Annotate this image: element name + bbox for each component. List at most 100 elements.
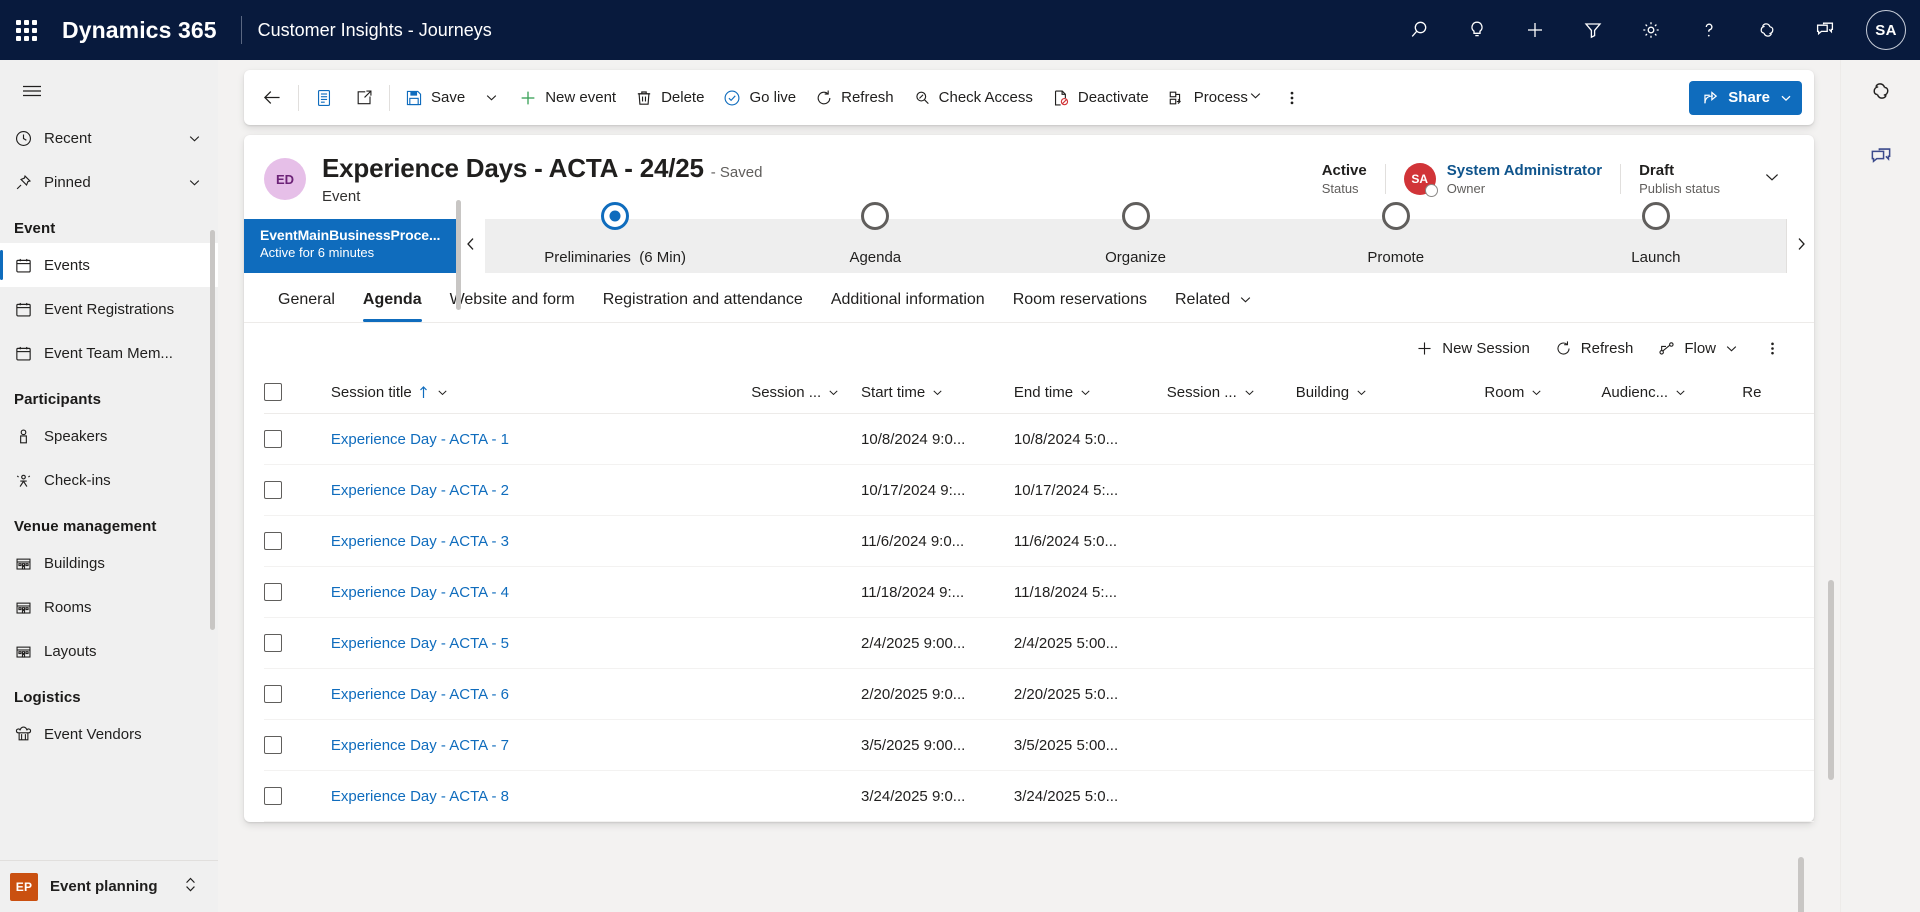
- help-icon[interactable]: [1680, 0, 1738, 60]
- check-access-button[interactable]: Check Access: [903, 79, 1042, 117]
- session-title-link[interactable]: Experience Day - ACTA - 5: [331, 635, 509, 652]
- bpf-previous-button[interactable]: [457, 219, 485, 273]
- form-selector-button[interactable]: [304, 79, 344, 117]
- copilot-icon[interactable]: [1738, 0, 1796, 60]
- command-overflow-button[interactable]: [1272, 79, 1312, 117]
- session-title-link[interactable]: Experience Day - ACTA - 1: [331, 431, 509, 448]
- bpf-next-button[interactable]: [1786, 219, 1814, 273]
- feedback-icon[interactable]: [1796, 0, 1854, 60]
- column-header-start-time[interactable]: Start time: [861, 373, 1014, 414]
- row-checkbox[interactable]: [264, 634, 282, 652]
- owner-value[interactable]: System Administrator: [1447, 162, 1602, 179]
- select-all-checkbox[interactable]: [264, 383, 282, 401]
- session-title-link[interactable]: Experience Day - ACTA - 2: [331, 482, 509, 499]
- sidebar-item-pinned[interactable]: Pinned: [0, 160, 218, 204]
- row-checkbox[interactable]: [264, 481, 282, 499]
- gear-icon[interactable]: [1622, 0, 1680, 60]
- table-row[interactable]: Experience Day - ACTA - 5 2/4/2025 9:00.…: [264, 617, 1814, 669]
- bpf-stage-launch[interactable]: Launch: [1526, 202, 1786, 273]
- owner-field[interactable]: SA System Administrator Owner: [1386, 162, 1620, 197]
- session-title-link[interactable]: Experience Day - ACTA - 3: [331, 533, 509, 550]
- area-switcher[interactable]: EP Event planning: [0, 860, 218, 912]
- row-checkbox[interactable]: [264, 430, 282, 448]
- sidebar-item-speakers[interactable]: Speakers: [0, 414, 218, 458]
- sidebar-item-layouts[interactable]: Layouts: [0, 629, 218, 673]
- form-scrollbar[interactable]: [456, 200, 461, 310]
- bpf-stage-organize[interactable]: Organize: [1005, 202, 1265, 273]
- chevron-down-icon[interactable]: [187, 131, 202, 146]
- sidebar-item-buildings[interactable]: Buildings: [0, 541, 218, 585]
- sidebar-item-check-ins[interactable]: Check-ins: [0, 458, 218, 502]
- subgrid-refresh-button[interactable]: Refresh: [1544, 331, 1644, 365]
- deactivate-button[interactable]: Deactivate: [1042, 79, 1158, 117]
- process-button[interactable]: Process: [1158, 79, 1272, 117]
- save-options-button[interactable]: [474, 79, 509, 117]
- save-button[interactable]: Save: [395, 79, 474, 117]
- row-checkbox[interactable]: [264, 532, 282, 550]
- column-header-re[interactable]: Re: [1742, 373, 1814, 414]
- column-header-session-type[interactable]: Session ...: [1166, 373, 1296, 414]
- table-row[interactable]: Experience Day - ACTA - 4 11/18/2024 9:.…: [264, 566, 1814, 618]
- tab-registration-and-attendance[interactable]: Registration and attendance: [589, 291, 817, 322]
- status-field[interactable]: Active Status: [1304, 162, 1385, 196]
- row-checkbox[interactable]: [264, 787, 282, 805]
- publish-status-field[interactable]: Draft Publish status: [1621, 162, 1738, 196]
- filter-icon[interactable]: [1564, 0, 1622, 60]
- share-button[interactable]: Share: [1689, 80, 1802, 115]
- refresh-button[interactable]: Refresh: [805, 79, 903, 117]
- bpf-stage-agenda[interactable]: Agenda: [745, 202, 1005, 273]
- table-row[interactable]: Experience Day - ACTA - 1 10/8/2024 9:0.…: [264, 413, 1814, 465]
- session-title-link[interactable]: Experience Day - ACTA - 8: [331, 788, 509, 805]
- avatar[interactable]: SA: [1866, 10, 1906, 50]
- tab-agenda[interactable]: Agenda: [349, 291, 436, 322]
- sidebar-item-event-registrations[interactable]: Event Registrations: [0, 287, 218, 331]
- session-title-link[interactable]: Experience Day - ACTA - 4: [331, 584, 509, 601]
- chevron-down-icon[interactable]: [187, 175, 202, 190]
- bpf-stage-promote[interactable]: Promote: [1266, 202, 1526, 273]
- column-header-audience[interactable]: Audienc...: [1601, 373, 1743, 414]
- column-header-room[interactable]: Room: [1484, 373, 1602, 414]
- copilot-panel-button[interactable]: [1841, 60, 1920, 126]
- table-row[interactable]: Experience Day - ACTA - 7 3/5/2025 9:00.…: [264, 719, 1814, 771]
- sidebar-scrollbar[interactable]: [210, 230, 215, 630]
- tab-general[interactable]: General: [264, 291, 349, 322]
- flow-button[interactable]: Flow: [1647, 331, 1749, 365]
- app-launcher-icon[interactable]: [0, 0, 52, 60]
- table-row[interactable]: Experience Day - ACTA - 8 3/24/2025 9:0.…: [264, 770, 1814, 822]
- session-title-link[interactable]: Experience Day - ACTA - 7: [331, 737, 509, 754]
- search-icon[interactable]: [1390, 0, 1448, 60]
- sidebar-item-event-team-members[interactable]: Event Team Mem...: [0, 331, 218, 375]
- column-header-session-title[interactable]: Session title: [330, 373, 752, 414]
- hamburger-menu-icon[interactable]: [8, 68, 56, 114]
- bpf-stage-preliminaries[interactable]: Preliminaries (6 Min): [485, 202, 745, 273]
- chat-panel-button[interactable]: [1841, 126, 1920, 192]
- header-expand-button[interactable]: [1738, 162, 1794, 196]
- sidebar-item-events[interactable]: Events: [0, 243, 218, 287]
- lightbulb-icon[interactable]: [1448, 0, 1506, 60]
- column-header-end-time[interactable]: End time: [1013, 373, 1167, 414]
- sidebar-item-rooms[interactable]: Rooms: [0, 585, 218, 629]
- open-in-new-window-button[interactable]: [344, 79, 384, 117]
- bpf-title[interactable]: EventMainBusinessProce... Active for 6 m…: [244, 219, 457, 273]
- sidebar-item-recent[interactable]: Recent: [0, 116, 218, 160]
- brand-title[interactable]: Dynamics 365: [52, 17, 225, 44]
- app-name[interactable]: Customer Insights - Journeys: [258, 20, 492, 41]
- session-title-link[interactable]: Experience Day - ACTA - 6: [331, 686, 509, 703]
- go-live-button[interactable]: Go live: [713, 79, 805, 117]
- table-row[interactable]: Experience Day - ACTA - 6 2/20/2025 9:0.…: [264, 668, 1814, 720]
- row-checkbox[interactable]: [264, 583, 282, 601]
- main-scrollbar[interactable]: [1828, 580, 1834, 780]
- plus-icon[interactable]: [1506, 0, 1564, 60]
- row-checkbox[interactable]: [264, 736, 282, 754]
- table-row[interactable]: Experience Day - ACTA - 2 10/17/2024 9:.…: [264, 464, 1814, 516]
- new-event-button[interactable]: New event: [509, 79, 625, 117]
- table-row[interactable]: Experience Day - ACTA - 3 11/6/2024 9:0.…: [264, 515, 1814, 567]
- subgrid-scrollbar[interactable]: [1798, 857, 1804, 912]
- column-header-building[interactable]: Building: [1295, 373, 1485, 414]
- delete-button[interactable]: Delete: [625, 79, 713, 117]
- sidebar-item-event-vendors[interactable]: Event Vendors: [0, 712, 218, 756]
- subgrid-overflow-button[interactable]: [1753, 331, 1792, 365]
- column-header-session-num[interactable]: Session ...: [751, 373, 862, 414]
- tab-related[interactable]: Related: [1161, 291, 1267, 322]
- row-checkbox[interactable]: [264, 685, 282, 703]
